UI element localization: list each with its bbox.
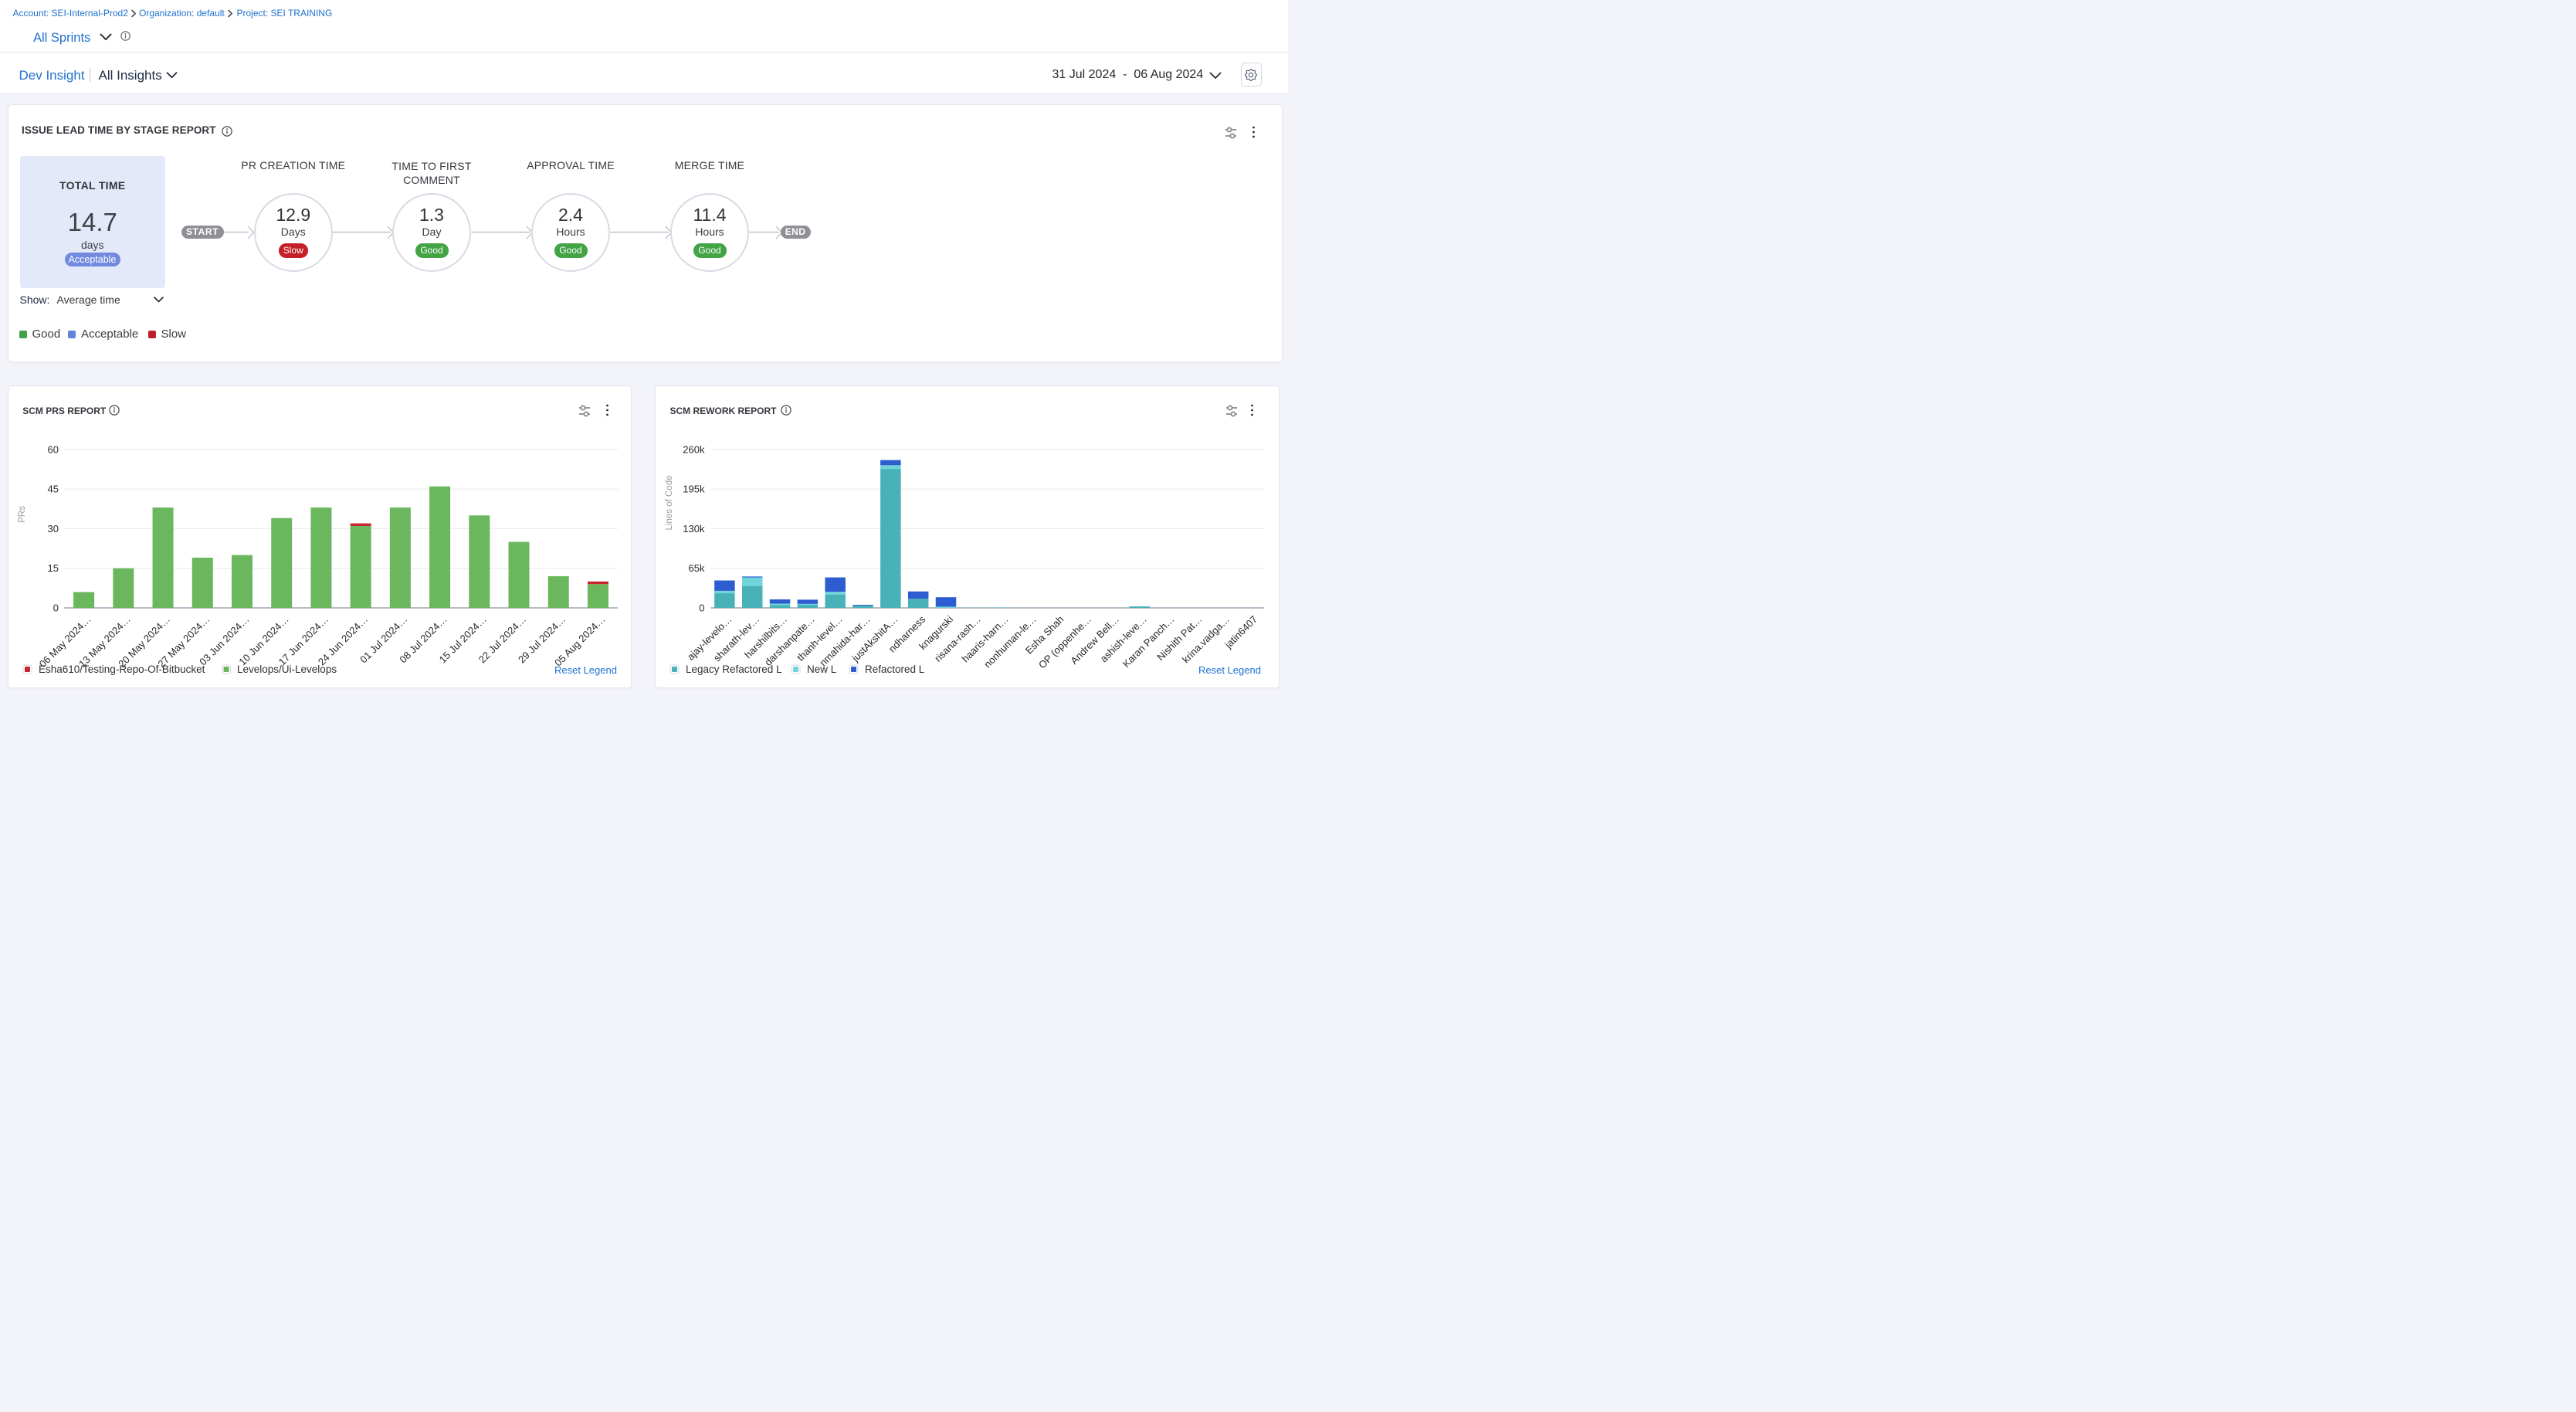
svg-text:260k: 260k (683, 443, 705, 455)
svg-text:0: 0 (53, 602, 58, 614)
svg-text:130k: 130k (683, 523, 705, 535)
svg-text:45: 45 (47, 484, 58, 495)
svg-text:Refactored L: Refactored L (865, 664, 925, 675)
svg-text:Levelops/Ui-Levelops: Levelops/Ui-Levelops (237, 664, 337, 675)
svg-text:15: 15 (47, 562, 58, 574)
svg-text:65k: 65k (689, 562, 705, 574)
svg-text:Reset Legend: Reset Legend (554, 664, 617, 676)
svg-text:PRs: PRs (18, 506, 27, 523)
svg-text:Lines of Code: Lines of Code (665, 476, 674, 531)
svg-text:Legacy Refactored L: Legacy Refactored L (686, 664, 782, 675)
svg-text:Reset Legend: Reset Legend (1198, 664, 1261, 676)
svg-text:New L: New L (807, 664, 837, 675)
svg-text:30: 30 (47, 523, 58, 535)
svg-text:0: 0 (699, 602, 704, 614)
svg-text:60: 60 (47, 443, 58, 455)
svg-text:195k: 195k (683, 484, 705, 495)
svg-text:Esha610/Testing-Repo-Of-Bitbuc: Esha610/Testing-Repo-Of-Bitbucket (39, 664, 205, 675)
